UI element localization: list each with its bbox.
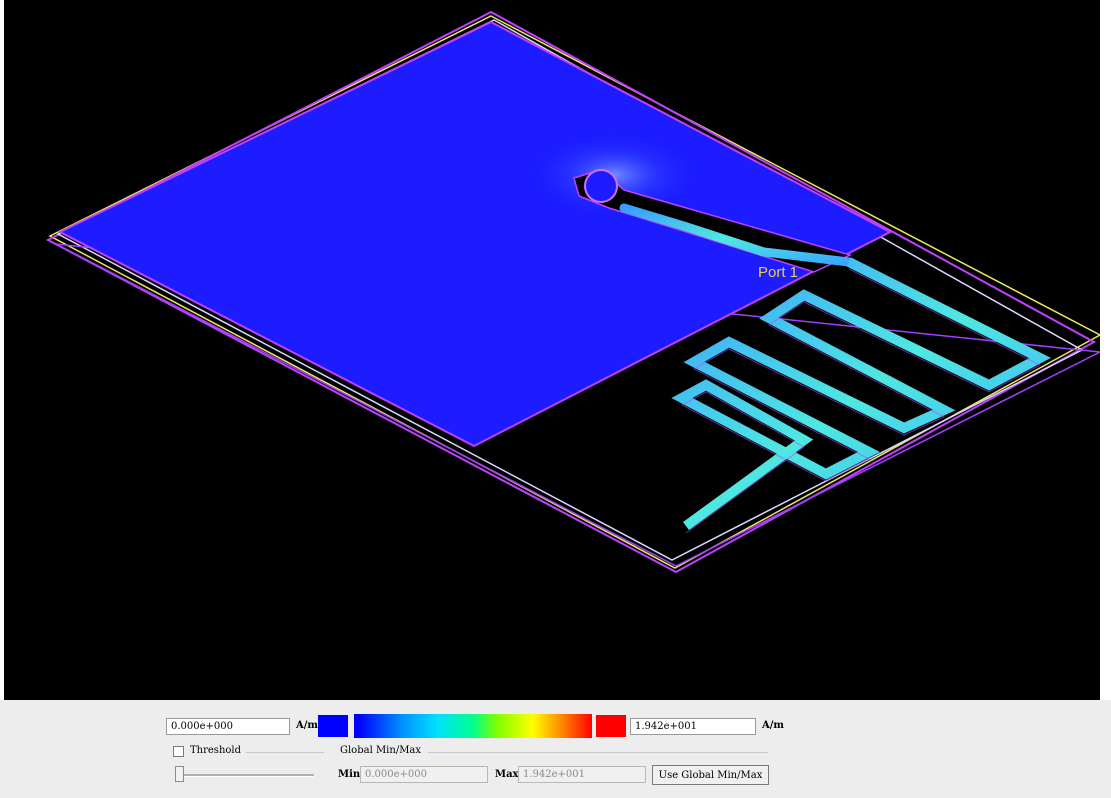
- global-min-label: Min: [338, 769, 361, 780]
- 3d-viewport[interactable]: Port 1: [4, 0, 1100, 700]
- port-label: Port 1: [758, 264, 798, 281]
- max-unit-label: A/m: [762, 720, 784, 731]
- via-pad: [584, 169, 618, 203]
- threshold-slider-track[interactable]: [180, 774, 314, 777]
- colormap-bar: [354, 714, 592, 738]
- threshold-slider-thumb[interactable]: [175, 766, 184, 782]
- global-max-field: [518, 766, 646, 783]
- threshold-checkbox[interactable]: [173, 746, 184, 757]
- max-color-swatch[interactable]: [596, 715, 626, 737]
- global-max-label: Max: [495, 769, 519, 780]
- field-legend-panel: A/m A/m Threshold Global Min/Max Min Max…: [0, 700, 1111, 798]
- global-minmax-title: Global Min/Max: [340, 745, 422, 756]
- min-value-input[interactable]: [166, 718, 290, 735]
- pcb-field-plot: Port 1: [45, 10, 1100, 574]
- min-unit-label: A/m: [296, 720, 318, 731]
- global-min-field: [360, 766, 488, 783]
- threshold-label: Threshold: [190, 745, 242, 756]
- use-global-minmax-button[interactable]: Use Global Min/Max: [652, 765, 769, 785]
- max-value-input[interactable]: [630, 718, 756, 735]
- min-color-swatch[interactable]: [318, 715, 348, 737]
